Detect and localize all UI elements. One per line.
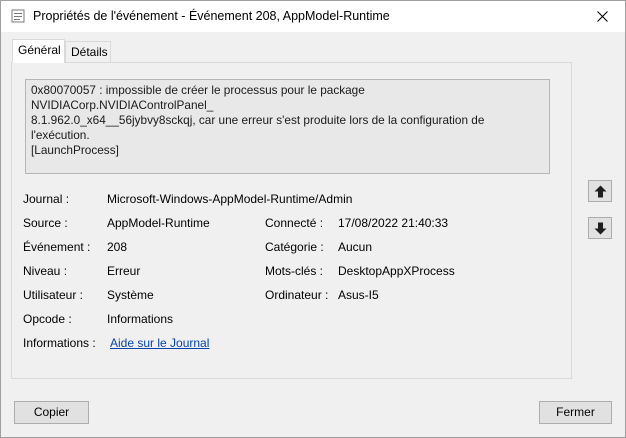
niveau-label: Niveau : xyxy=(23,264,68,278)
title-bar: Propriétés de l'événement - Événement 20… xyxy=(1,1,625,32)
tab-general[interactable]: Général xyxy=(12,39,65,63)
tab-details[interactable]: Détails xyxy=(65,41,111,62)
window-title: Propriétés de l'événement - Événement 20… xyxy=(33,9,390,23)
close-icon xyxy=(597,11,608,22)
close-window-button[interactable] xyxy=(580,1,625,32)
close-button[interactable]: Fermer xyxy=(539,401,612,424)
niveau-value: Erreur xyxy=(107,264,141,278)
journal-help-link[interactable]: Aide sur le Journal xyxy=(110,336,209,350)
categorie-value: Aucun xyxy=(338,240,373,254)
general-panel: 0x80070057 : impossible de créer le proc… xyxy=(11,62,572,379)
connecte-label: Connecté : xyxy=(265,216,324,230)
ordinateur-value: Asus-I5 xyxy=(338,288,379,302)
journal-value: Microsoft-Windows-AppModel-Runtime/Admin xyxy=(107,192,353,206)
mots-cles-value: DesktopAppXProcess xyxy=(338,264,455,278)
event-properties-window: Propriétés de l'événement - Événement 20… xyxy=(0,0,626,438)
mots-cles-label: Mots-clés : xyxy=(265,264,324,278)
categorie-label: Catégorie : xyxy=(265,240,324,254)
copy-button[interactable]: Copier xyxy=(14,401,89,424)
previous-event-button[interactable] xyxy=(588,180,612,202)
evenement-value: 208 xyxy=(107,240,128,254)
arrow-down-icon xyxy=(594,222,607,235)
next-event-button[interactable] xyxy=(588,217,612,239)
opcode-label: Opcode : xyxy=(23,312,72,326)
utilisateur-value: Système xyxy=(107,288,154,302)
informations-label: Informations : xyxy=(23,336,96,350)
connecte-value: 17/08/2022 21:40:33 xyxy=(338,216,449,230)
event-properties-icon xyxy=(11,9,25,23)
utilisateur-label: Utilisateur : xyxy=(23,288,84,302)
evenement-label: Événement : xyxy=(23,240,91,254)
source-label: Source : xyxy=(23,216,68,230)
arrow-up-icon xyxy=(594,185,607,198)
journal-label: Journal : xyxy=(23,192,70,206)
ordinateur-label: Ordinateur : xyxy=(265,288,329,302)
event-description[interactable]: 0x80070057 : impossible de créer le proc… xyxy=(25,79,550,174)
source-value: AppModel-Runtime xyxy=(107,216,210,230)
opcode-value: Informations xyxy=(107,312,174,326)
